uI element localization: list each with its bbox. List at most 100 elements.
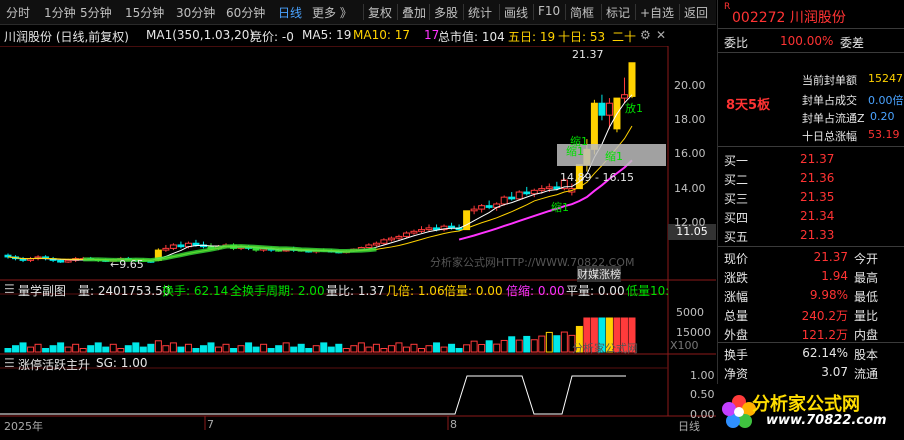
tool-button-5[interactable]: F10 bbox=[538, 4, 560, 18]
volume-bar bbox=[433, 342, 441, 353]
tool-button-1[interactable]: 叠加 bbox=[402, 4, 426, 21]
xaxis-month-7: 7 bbox=[207, 418, 214, 431]
sub1-ytick-1: 15000 bbox=[676, 326, 711, 339]
stat-label-1: 涨跌 bbox=[724, 271, 749, 285]
candle-body bbox=[485, 205, 493, 208]
ten-day-gain-value: 53.19 bbox=[868, 128, 900, 141]
stat-value-0: 21.37 bbox=[813, 250, 848, 264]
candle-body bbox=[410, 230, 418, 234]
volume-bar bbox=[222, 343, 230, 353]
stat-label2-1: 最高 bbox=[854, 271, 879, 285]
bid-label-0: 买一 bbox=[724, 154, 749, 168]
tool-button-3[interactable]: 统计 bbox=[468, 4, 492, 21]
stock-title: 川润股份 (日线,前复权) bbox=[4, 30, 129, 44]
ten-day-gain-label: 十日总涨幅 bbox=[802, 130, 857, 143]
candle-body bbox=[463, 210, 471, 231]
price-ytick-4: 12.00 bbox=[674, 215, 706, 229]
volume-bar bbox=[417, 348, 425, 353]
volume-bar bbox=[177, 346, 185, 353]
period-tab-2[interactable]: 5分钟 bbox=[80, 4, 112, 21]
price-chart[interactable] bbox=[0, 46, 716, 440]
subchart2-menu-icon[interactable]: ☰ bbox=[4, 356, 15, 370]
volume-bar bbox=[282, 342, 290, 353]
close-icon[interactable]: ✕ bbox=[656, 28, 666, 42]
xaxis-year: 2025年 bbox=[4, 420, 43, 433]
candle-body bbox=[538, 188, 546, 191]
candle-body bbox=[620, 94, 628, 99]
period-tab-4[interactable]: 30分钟 bbox=[176, 4, 215, 21]
candle-body bbox=[372, 242, 380, 246]
bid-price-0: 21.37 bbox=[800, 152, 835, 166]
caimei-badge[interactable]: 财媒涨榜 bbox=[577, 266, 621, 282]
volume-bar bbox=[12, 345, 20, 353]
candle-body bbox=[365, 244, 373, 249]
stat2-value-1: 3.07 bbox=[821, 365, 848, 379]
candle-body bbox=[598, 102, 606, 116]
volume-bar bbox=[207, 342, 215, 353]
price-y-axis: 20.00 18.00 16.00 14.00 12.00 bbox=[668, 46, 716, 416]
candle-body bbox=[380, 239, 388, 244]
volume-bar bbox=[237, 345, 245, 353]
jingjia-label: 竞价: -0 bbox=[250, 30, 294, 44]
period-tab-3[interactable]: 15分钟 bbox=[125, 4, 164, 21]
volume-bar bbox=[485, 340, 493, 353]
period-tab-1[interactable]: 1分钟 bbox=[44, 4, 76, 21]
bid-price-2: 21.35 bbox=[800, 190, 835, 204]
tool-button-8[interactable]: +自选 bbox=[640, 4, 674, 21]
price-ytick-2: 16.00 bbox=[674, 147, 706, 161]
volume-bar bbox=[79, 348, 87, 353]
period-tab-6[interactable]: 日线 bbox=[278, 4, 302, 21]
volume-bar bbox=[320, 342, 328, 353]
volume-bar bbox=[94, 342, 102, 353]
stat2-label2-1: 流通 bbox=[854, 367, 879, 381]
volume-bar bbox=[147, 343, 155, 353]
stat-label-3: 总量 bbox=[724, 309, 749, 323]
sub1-vol-ratio: 量比: 1.37 bbox=[326, 284, 385, 298]
tool-button-4[interactable]: 画线 bbox=[504, 4, 528, 21]
candle-body bbox=[169, 244, 177, 249]
sub2-title: 涨停活跃主升 bbox=[18, 358, 91, 372]
tool-button-2[interactable]: 多股 bbox=[434, 4, 458, 21]
subchart-menu-icon[interactable]: ☰ bbox=[4, 282, 15, 296]
sg-step-line bbox=[0, 375, 626, 415]
bid-price-3: 21.34 bbox=[800, 209, 835, 223]
price-ytick-0: 20.00 bbox=[674, 79, 706, 93]
ma10-label: MA10: 17 bbox=[353, 28, 410, 42]
period-tab-7[interactable]: 更多 》 bbox=[312, 4, 352, 21]
volume-bar bbox=[523, 335, 531, 353]
sub1-flat-vol: 平量: 0.00 bbox=[566, 284, 625, 298]
shiri-label: 十日: 53 bbox=[558, 30, 606, 44]
suo1-marker-c: 缩1 bbox=[551, 201, 569, 214]
candle-body bbox=[395, 235, 403, 239]
sub1-title: 量学副图 bbox=[18, 284, 67, 298]
stat-label-4: 外盘 bbox=[724, 328, 749, 342]
fang1-marker: 放1 bbox=[625, 102, 643, 115]
ma1-label[interactable]: MA1(350,1.03,20) bbox=[146, 28, 254, 42]
tool-button-0[interactable]: 复权 bbox=[368, 4, 392, 21]
stat-value-2: 9.98% bbox=[809, 288, 848, 302]
period-tab-0[interactable]: 分时 bbox=[6, 4, 30, 21]
ma-line bbox=[7, 94, 633, 261]
settings-icon[interactable]: ⚙ bbox=[640, 28, 651, 42]
range-label: 14.89 - 16.15 bbox=[560, 171, 634, 184]
high-price-label: 21.37 bbox=[572, 48, 604, 61]
bid-label-4: 买五 bbox=[724, 230, 749, 244]
volume-bar bbox=[470, 340, 478, 353]
volume-bar bbox=[290, 346, 298, 353]
volume-bar bbox=[267, 348, 275, 353]
tool-button-7[interactable]: 标记 bbox=[606, 4, 630, 21]
volume-bar bbox=[215, 346, 223, 353]
period-tab-5[interactable]: 60分钟 bbox=[226, 4, 265, 21]
xaxis-period: 日线 bbox=[678, 420, 700, 433]
volume-bar bbox=[508, 336, 516, 353]
tool-button-9[interactable]: 返回 bbox=[684, 4, 708, 21]
ershi-label: 二十 bbox=[612, 30, 637, 44]
sub2-ytick-2: 0.50 bbox=[690, 388, 715, 401]
tool-button-6[interactable]: 简框 bbox=[570, 4, 594, 21]
volume-bar bbox=[162, 345, 170, 353]
candle-body bbox=[628, 62, 636, 97]
candle-body bbox=[417, 229, 425, 232]
volume-bar bbox=[109, 343, 117, 353]
candle-body bbox=[530, 189, 538, 195]
candle-body bbox=[433, 227, 441, 231]
